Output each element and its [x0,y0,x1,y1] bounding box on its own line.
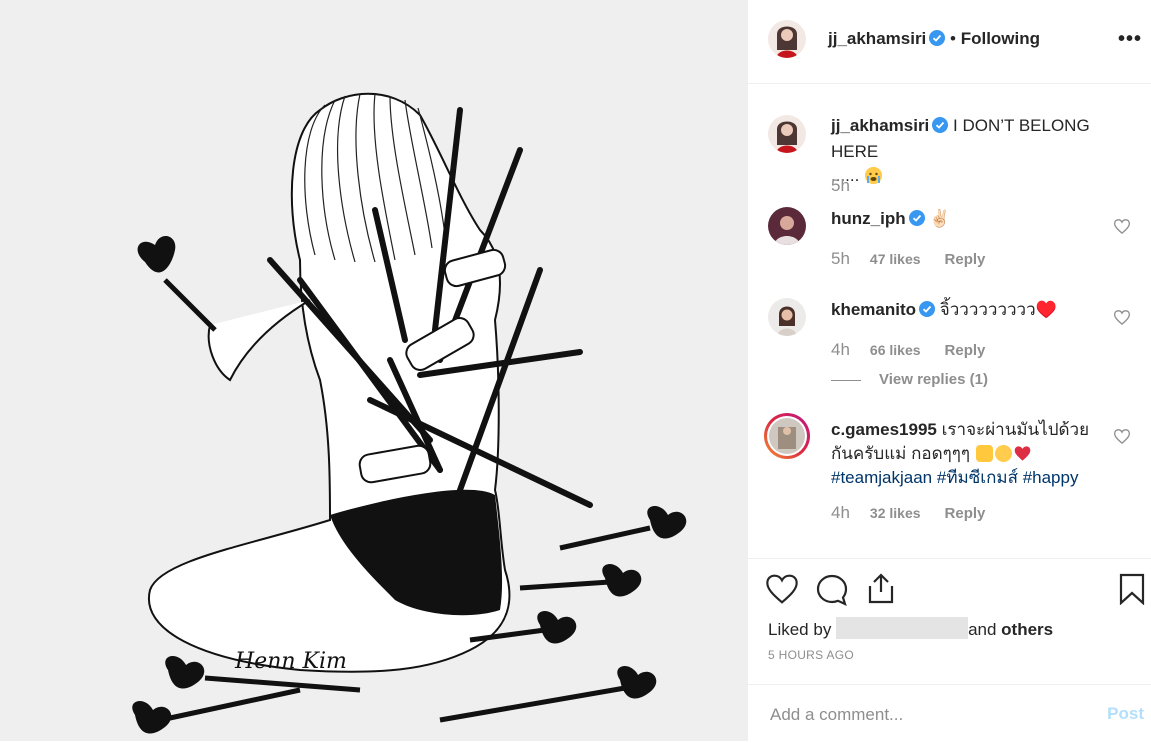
hashtag-link[interactable]: #happy [1023,468,1079,487]
comment-text: hunz_iph ✌🏻 [831,207,1121,233]
post-header: jj_akhamsiri • Following ••• [748,0,1151,84]
save-bookmark-icon[interactable] [1118,573,1146,610]
like-comment-heart-icon[interactable] [1113,219,1131,239]
commenter-username[interactable]: c.games1995 [831,420,937,439]
liked-by-prefix: Liked by [768,620,832,639]
verified-badge-icon [919,300,936,324]
post-sidebar: jj_akhamsiri • Following ••• jj_akhamsir… [747,0,1151,741]
red-heart-emoji-icon [1014,445,1031,462]
post-timestamp[interactable]: 5 HOURS AGO [768,648,854,662]
author-row: jj_akhamsiri • Following [828,29,1040,51]
hashtag-link[interactable]: #ทีมซีเกมส์ [937,468,1018,487]
verified-badge-icon [932,116,949,140]
comment-meta: 5h 47 likes Reply [831,249,985,269]
like-comment-heart-icon[interactable] [1113,429,1131,449]
comment-body: เราจะผ่านมันไปด้วย [941,420,1090,439]
artist-signature: Henn Kim [234,649,347,674]
add-comment-bar: Post [748,684,1151,743]
caption-username[interactable]: jj_akhamsiri [831,116,929,135]
instagram-post-modal: Henn Kim jj_akhamsiri • Following ••• jj… [0,0,1151,741]
comment-likes[interactable]: 66 likes [870,342,921,358]
author-username[interactable]: jj_akhamsiri [828,29,926,48]
comment-age[interactable]: 4h [831,340,850,359]
caption-meta: 5h [831,176,870,196]
verified-badge-icon [929,30,946,51]
author-avatar[interactable] [768,20,806,58]
commenter-avatar[interactable] [768,207,806,245]
commenter-username[interactable]: hunz_iph [831,209,906,228]
comment-likes[interactable]: 47 likes [870,251,921,267]
more-options-icon[interactable]: ••• [1118,28,1142,51]
reply-button[interactable]: Reply [945,342,986,359]
frowning-face-emoji-icon [994,445,1012,462]
comment-meta: 4h 66 likes Reply [831,340,985,360]
comment-body: จิ้ววววววววว♥️ [939,300,1057,319]
caption-age[interactable]: 5h [831,176,850,195]
redacted-username [836,617,969,639]
liked-by-joiner: and [968,620,997,639]
liked-by-others-link[interactable]: others [1001,620,1053,639]
share-icon[interactable] [866,572,896,609]
reply-button[interactable]: Reply [945,505,986,522]
vulcan-salute-emoji-icon [975,445,993,462]
post-comment-button[interactable]: Post [1107,704,1144,724]
like-heart-icon[interactable] [766,574,798,609]
view-replies-label: View replies (1) [879,371,988,388]
caption-text: jj_akhamsiri I DON’T BELONG HERE ...... [831,114,1121,188]
commenter-avatar[interactable] [768,298,806,336]
liked-by-summary[interactable]: Liked by and others [768,617,1053,640]
dot-separator: • [950,29,961,48]
view-replies-button[interactable]: View replies (1) [831,371,988,388]
comment-text: c.games1995 เราจะผ่านมันไปด้วย กันครับแม… [831,418,1121,490]
verified-badge-icon [908,209,925,233]
comment-age[interactable]: 4h [831,503,850,522]
like-comment-heart-icon[interactable] [1113,310,1131,330]
follow-status-button[interactable]: Following [961,29,1040,48]
hashtag-link[interactable]: #teamjakjaan [831,468,932,487]
commenter-username[interactable]: khemanito [831,300,916,319]
comment-body-2: กันครับแม่ กอดๆๆๆ [831,444,971,463]
commenter-avatar-story-ring[interactable] [764,413,810,459]
caption-avatar[interactable] [768,115,806,153]
post-actions: Liked by and others 5 HOURS AGO Post [748,558,1151,742]
comment-body: ✌🏻 [929,209,951,228]
post-illustration: Henn Kim [0,0,747,741]
comment-likes[interactable]: 32 likes [870,505,921,521]
comment-text: khemanito จิ้ววววววววว♥️ [831,298,1121,324]
post-image[interactable]: Henn Kim [0,0,747,741]
comment-age[interactable]: 5h [831,249,850,268]
comment-meta: 4h 32 likes Reply [831,503,985,523]
comment-bubble-icon[interactable] [816,574,848,611]
reply-button[interactable]: Reply [945,251,986,268]
divider-line [831,379,861,381]
add-comment-input[interactable] [768,699,1092,731]
